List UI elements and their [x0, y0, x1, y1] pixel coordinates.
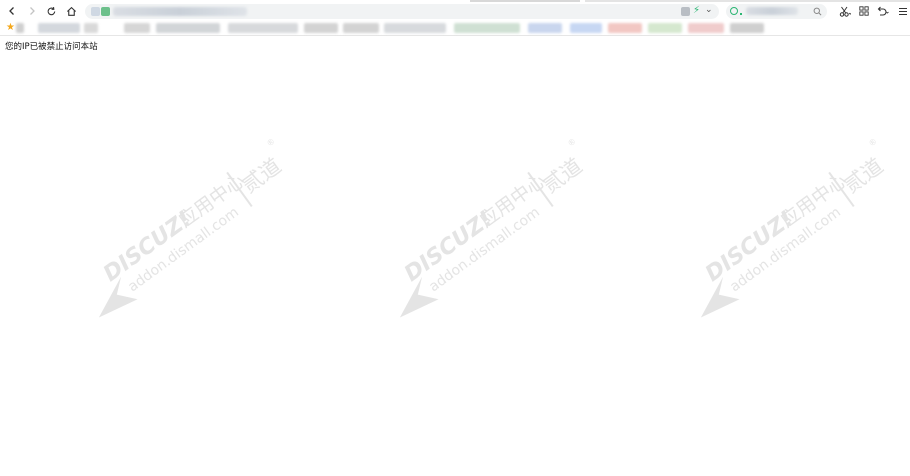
paper-plane-icon — [399, 276, 439, 318]
watermark-logo: DISCUZ! 应用中心 addon.dismall.com 贰道 ® — [700, 136, 888, 318]
bookmark-item[interactable] — [608, 23, 642, 33]
search-box[interactable] — [726, 4, 827, 19]
menu-button[interactable] — [895, 3, 910, 19]
watermark-brand-cn: 应用中心 — [476, 170, 550, 232]
apps-button[interactable] — [856, 3, 872, 19]
bookmark-item[interactable] — [384, 23, 446, 33]
search-engine-icon — [730, 7, 738, 15]
bookmark-item[interactable] — [124, 23, 150, 33]
watermark-brand-cn: 应用中心 — [777, 170, 851, 232]
bookmarks-bar: ★ — [0, 22, 910, 36]
watermark-site: addon.dismall.com — [426, 204, 543, 295]
tab-strip — [585, 0, 910, 2]
search-icon[interactable] — [813, 7, 822, 16]
watermark-mark: ® — [566, 136, 578, 148]
undo-button[interactable] — [874, 3, 890, 19]
back-button[interactable] — [4, 3, 20, 19]
reader-icon[interactable] — [681, 7, 690, 16]
dropdown-dot — [740, 13, 742, 15]
browser-toolbar: ⚡ ⌄ — [0, 0, 910, 22]
watermark-brand: DISCUZ! — [701, 207, 798, 287]
watermark-mark: ® — [867, 136, 879, 148]
site-info-icon[interactable] — [91, 7, 100, 16]
bookmark-item[interactable] — [38, 23, 80, 33]
menu-icon — [899, 7, 907, 15]
bookmark-item[interactable] — [730, 23, 764, 33]
bookmark-item[interactable] — [228, 23, 298, 33]
watermark-logo: DISCUZ! 应用中心 addon.dismall.com 贰道 ® — [98, 136, 286, 318]
star-icon[interactable]: ★ — [6, 22, 15, 33]
paper-plane-icon — [700, 276, 740, 318]
chevron-left-icon — [9, 7, 14, 15]
reload-button[interactable] — [43, 3, 59, 19]
watermark-partner: 贰道 — [238, 154, 286, 198]
watermark-brand: DISCUZ! — [99, 207, 196, 287]
home-icon — [66, 6, 76, 16]
scissors-icon — [839, 6, 851, 17]
watermark-site: addon.dismall.com — [125, 204, 242, 295]
bookmark-item[interactable] — [454, 23, 520, 33]
watermark-partner: 贰道 — [840, 154, 888, 198]
lock-icon — [101, 7, 110, 16]
bookmark-item[interactable] — [343, 23, 379, 33]
url-text[interactable] — [113, 7, 247, 16]
bookmark-item[interactable] — [84, 23, 98, 33]
watermark-brand: DISCUZ! — [400, 207, 497, 287]
chevron-down-icon[interactable]: ⌄ — [705, 5, 713, 15]
watermark-partner: 贰道 — [539, 154, 587, 198]
forward-button[interactable] — [24, 3, 40, 19]
bookmark-item[interactable] — [528, 23, 562, 33]
ip-banned-message: 您的IP已被禁止访问本站 — [5, 42, 98, 52]
undo-icon — [877, 6, 889, 16]
chevron-right-icon — [30, 7, 35, 15]
home-button[interactable] — [63, 3, 79, 19]
bookmark-item[interactable] — [16, 23, 24, 33]
bookmark-item[interactable] — [156, 23, 220, 33]
paper-plane-icon — [98, 276, 138, 318]
bookmark-item[interactable] — [570, 23, 602, 33]
watermark-mark: ® — [265, 136, 277, 148]
watermark-brand-cn: 应用中心 — [175, 170, 249, 232]
bookmark-item[interactable] — [304, 23, 338, 33]
bookmark-item[interactable] — [648, 23, 682, 33]
bolt-icon[interactable]: ⚡ — [693, 5, 700, 16]
watermark-logo: DISCUZ! 应用中心 addon.dismall.com 贰道 ® — [399, 136, 587, 318]
search-text[interactable] — [746, 7, 798, 15]
reload-icon — [47, 6, 55, 15]
bookmark-item[interactable] — [688, 23, 724, 33]
screenshot-button[interactable] — [837, 3, 853, 19]
address-bar[interactable]: ⚡ ⌄ — [85, 4, 719, 19]
tab-indicator — [470, 0, 580, 2]
watermark-site: addon.dismall.com — [727, 204, 844, 295]
grid-icon — [859, 6, 869, 16]
